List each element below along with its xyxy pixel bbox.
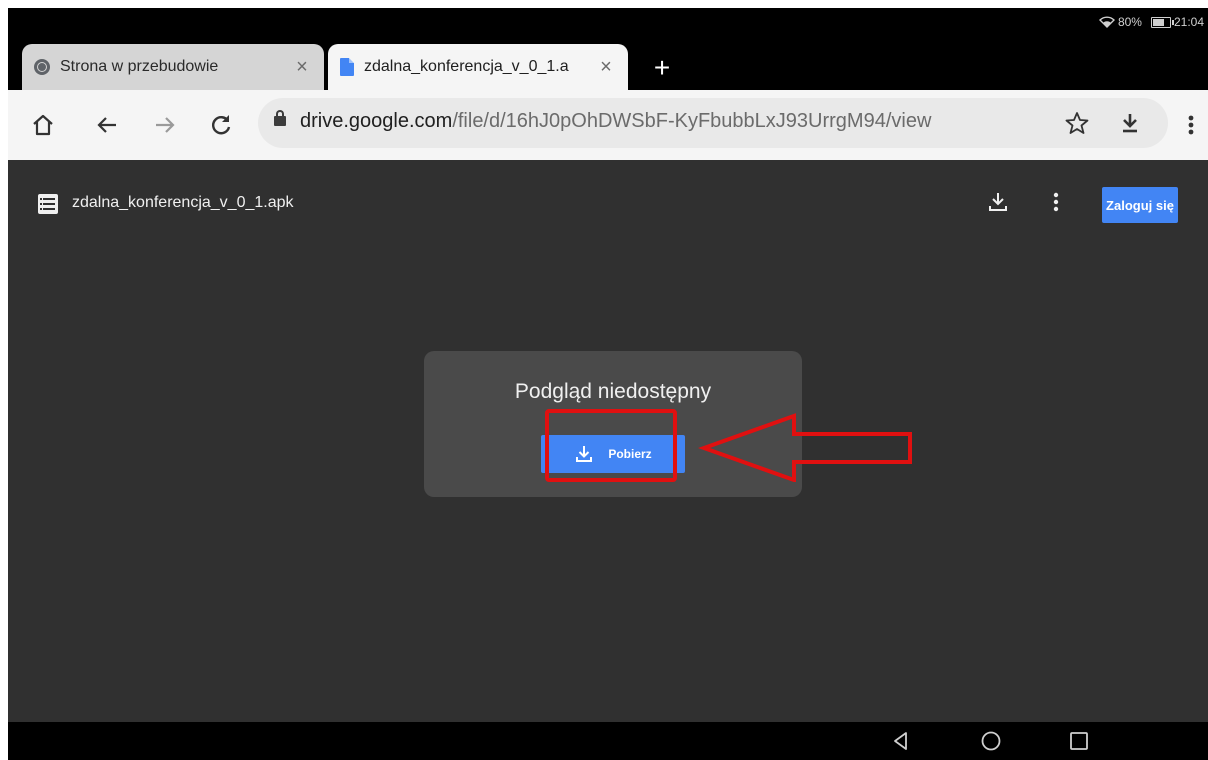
globe-icon	[34, 59, 50, 75]
download-icon	[1123, 114, 1137, 133]
url-path: /file/d/16hJ0pOhDWSbF-KyFbubbLxJ93UrrgM9…	[452, 110, 932, 132]
reload-button[interactable]	[204, 108, 238, 142]
back-triangle-icon[interactable]	[888, 728, 914, 754]
back-arrow-icon	[97, 117, 116, 133]
url-text[interactable]: drive.google.com/file/d/16hJ0pOhDWSbF-Ky…	[300, 110, 931, 133]
tab-strip: Strona w przebudowie × zdalna_konferencj…	[8, 36, 1208, 90]
tab-title: Strona w przebudowie	[60, 58, 219, 75]
home-button[interactable]	[26, 108, 60, 142]
close-icon[interactable]: ×	[292, 56, 312, 79]
status-bar: 80% 21:04	[8, 8, 1208, 36]
battery-icon	[1150, 16, 1174, 28]
document-icon	[340, 58, 354, 76]
file-list-icon	[38, 194, 58, 214]
more-vertical-icon[interactable]	[1044, 190, 1068, 214]
download-icon[interactable]	[986, 190, 1010, 214]
download-page-button[interactable]	[1113, 106, 1147, 140]
bookmark-star-button[interactable]	[1060, 106, 1094, 140]
new-tab-button[interactable]: +	[648, 54, 676, 82]
close-icon[interactable]: ×	[596, 56, 616, 79]
tab-zdalna-konferencja[interactable]: zdalna_konferencja_v_0_1.a ×	[328, 44, 628, 90]
annotation-arrow-icon	[698, 413, 912, 482]
browser-toolbar: drive.google.com/file/d/16hJ0pOhDWSbF-Ky…	[8, 90, 1208, 160]
forward-arrow-icon	[156, 117, 175, 133]
back-button[interactable]	[90, 108, 124, 142]
status-indicators: 80% 21:04	[1098, 15, 1204, 29]
more-vertical-icon	[1188, 115, 1194, 135]
browser-menu-button[interactable]	[1174, 108, 1208, 142]
annotation-highlight-box	[545, 409, 677, 482]
home-icon	[33, 114, 53, 136]
home-circle-icon[interactable]	[978, 728, 1004, 754]
forward-button[interactable]	[148, 108, 182, 142]
url-host: drive.google.com	[300, 110, 453, 132]
preview-unavailable-message: Podgląd niedostępny	[514, 380, 712, 403]
star-icon	[1065, 112, 1089, 134]
wifi-icon	[1098, 16, 1115, 28]
file-header: zdalna_konferencja_v_0_1.apk Zaloguj się	[8, 160, 1208, 240]
system-navigation-bar	[8, 722, 1208, 760]
recents-square-icon[interactable]	[1066, 728, 1092, 754]
lock-icon	[274, 110, 286, 126]
login-button[interactable]: Zaloguj się	[1102, 187, 1178, 223]
device-screen: 80% 21:04 Strona w przebudowie × zdalna_…	[8, 8, 1208, 760]
reload-icon	[212, 115, 231, 135]
tab-title: zdalna_konferencja_v_0_1.a	[364, 58, 569, 75]
address-bar[interactable]: drive.google.com/file/d/16hJ0pOhDWSbF-Ky…	[258, 98, 1168, 148]
clock: 21:04	[1173, 15, 1204, 29]
tab-strona-w-przebudowie[interactable]: Strona w przebudowie ×	[22, 44, 324, 90]
file-name: zdalna_konferencja_v_0_1.apk	[72, 194, 294, 211]
battery-level: 80%	[1117, 15, 1142, 29]
